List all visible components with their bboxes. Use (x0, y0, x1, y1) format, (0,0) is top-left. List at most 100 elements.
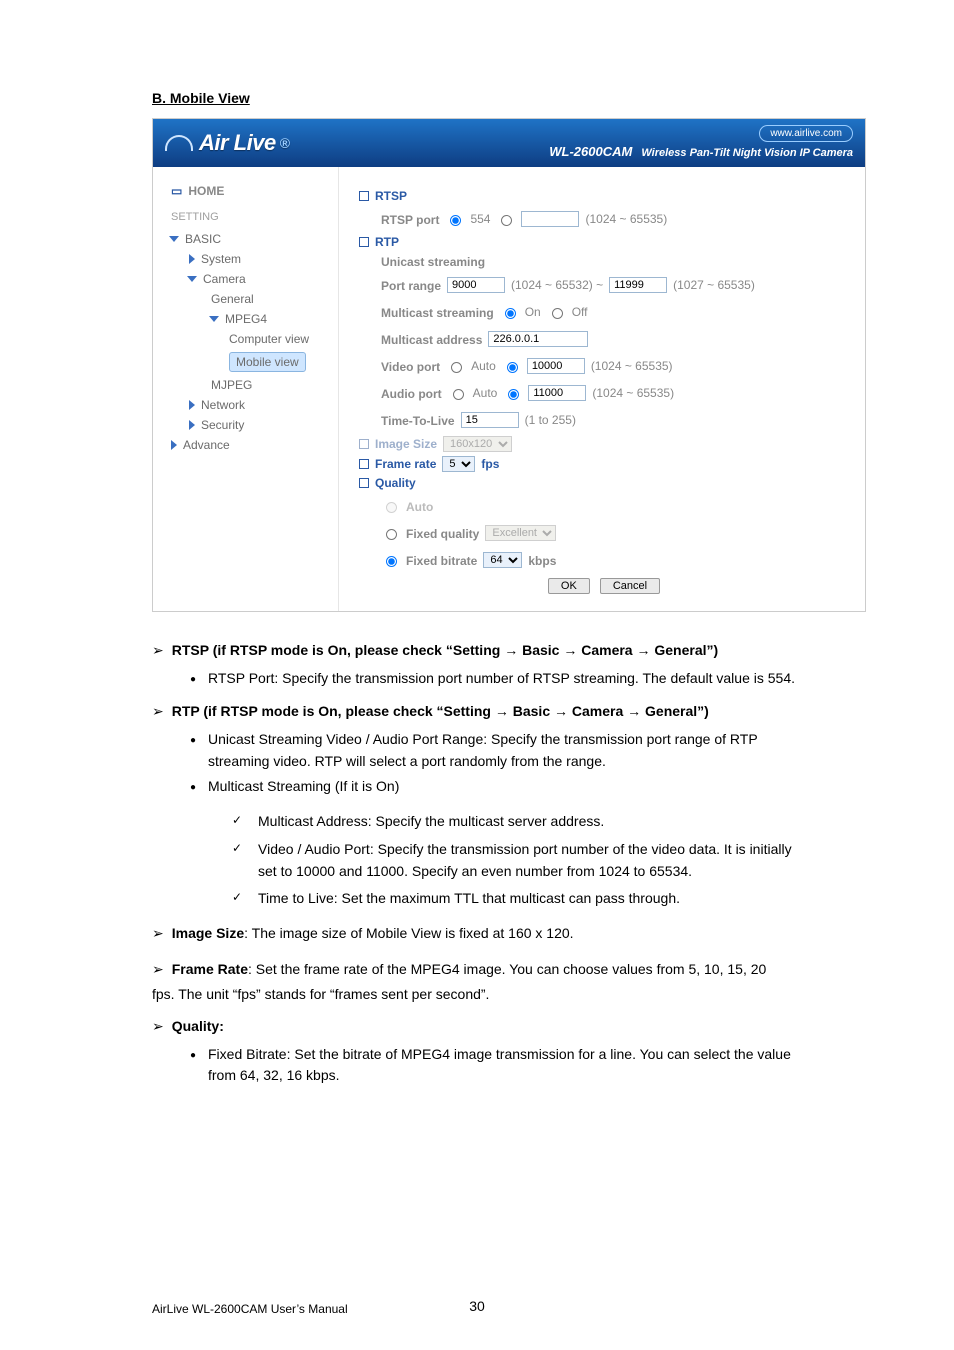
quality-label: Quality (375, 476, 416, 490)
sidebar-mobile-view-label: Mobile view (229, 352, 306, 372)
mc-addr-label: Multicast address (381, 333, 482, 347)
rtsp-port-range: (1024 ~ 65535) (585, 212, 667, 226)
fixed-bitrate-radio[interactable] (386, 556, 397, 567)
ttl-input[interactable] (461, 412, 519, 428)
chevron-down-icon (209, 316, 219, 322)
page-number: 30 (469, 1298, 485, 1314)
rtp-bullet-2: Multicast Streaming (If it is On) (208, 774, 834, 800)
audio-port-auto-radio[interactable] (453, 389, 464, 400)
sidebar-basic-label: BASIC (185, 232, 221, 246)
fixed-quality-radio[interactable] (386, 529, 397, 540)
rtsp-title: RTSP (375, 189, 407, 203)
video-port-auto-radio[interactable] (451, 362, 462, 373)
sidebar-mpeg4[interactable]: MPEG4 (171, 309, 328, 329)
port-range-from-input[interactable] (447, 277, 505, 293)
fixed-bitrate-select[interactable]: 64 (483, 552, 522, 568)
square-icon (359, 459, 369, 469)
chevron-down-icon (187, 276, 197, 282)
port-range-label: Port range (381, 279, 441, 293)
quality-heading: Quality (359, 476, 849, 490)
ttl-label: Time-To-Live (381, 414, 455, 428)
cancel-button[interactable]: Cancel (600, 578, 660, 594)
square-icon (359, 439, 369, 449)
audio-port-auto-label: Auto (473, 386, 498, 400)
sidebar-general-label: General (211, 292, 254, 306)
quality-bullet-1b: from 64, 32, 16 kbps. (208, 1067, 340, 1083)
fixed-bitrate-label: Fixed bitrate (406, 554, 477, 568)
arrow-right-icon: ➢ (152, 1016, 164, 1038)
video-port-label: Video port (381, 360, 440, 374)
rtp-bullet-1a: Unicast Streaming Video / Audio Port Ran… (208, 731, 758, 747)
sidebar-advance-label: Advance (183, 438, 230, 452)
sidebar-mpeg4-label: MPEG4 (225, 312, 267, 326)
manual-title: AirLive WL-2600CAM User’s Manual (152, 1302, 348, 1316)
sidebar-network[interactable]: Network (171, 395, 328, 415)
fixed-quality-label: Fixed quality (406, 527, 479, 541)
rtsp-line: RTSP (if RTSP mode is On, please check “… (172, 640, 718, 662)
section-heading: B. Mobile View (152, 90, 834, 106)
quality-bullet-1a: Fixed Bitrate: Set the bitrate of MPEG4 … (208, 1046, 791, 1062)
arrow-right-icon: ➢ (152, 640, 164, 662)
sidebar-home-label: HOME (188, 184, 224, 198)
rtp-check-2: Video / Audio Port: Specify the transmis… (232, 836, 834, 885)
image-size-section: ➢ Image Size: The image size of Mobile V… (152, 923, 834, 945)
sidebar-computer-view[interactable]: Computer view (171, 329, 328, 349)
brand-url: www.airlive.com (759, 125, 853, 142)
sidebar-security[interactable]: Security (171, 415, 328, 435)
frame-rate-label: Frame Rate (172, 961, 248, 977)
main-panel: RTSP RTSP port 554 (1024 ~ 65535) RTP Un… (338, 167, 865, 611)
sidebar-advance[interactable]: Advance (171, 435, 328, 455)
video-port-manual-radio[interactable] (507, 362, 518, 373)
mc-addr-input[interactable] (488, 331, 588, 347)
mc-on-radio[interactable] (505, 308, 516, 319)
sidebar-system[interactable]: System (171, 249, 328, 269)
ttl-range: (1 to 255) (525, 413, 576, 427)
app-header: Air Live® www.airlive.com WL-2600CAM Wir… (153, 119, 865, 167)
rtsp-heading: RTSP (359, 189, 849, 203)
sidebar-general[interactable]: General (171, 289, 328, 309)
sidebar-mobile-view[interactable]: Mobile view (171, 349, 328, 375)
image-size-row: Image Size 160x120 (359, 436, 849, 452)
frame-rate-label: Frame rate (375, 457, 436, 471)
sidebar-mjpeg[interactable]: MJPEG (171, 375, 328, 395)
audio-port-manual-radio[interactable] (508, 389, 519, 400)
audio-port-input[interactable] (528, 385, 586, 401)
fixed-quality-select: Excellent (485, 525, 556, 541)
sidebar-system-label: System (201, 252, 241, 266)
header-right: www.airlive.com WL-2600CAM Wireless Pan-… (549, 125, 853, 161)
quality-auto-label: Auto (406, 500, 433, 514)
rtp-check-2a: Video / Audio Port: Specify the transmis… (258, 841, 792, 857)
audio-port-label: Audio port (381, 387, 442, 401)
image-size-text: : The image size of Mobile View is fixed… (244, 925, 573, 941)
mc-stream-label: Multicast streaming (381, 306, 494, 320)
arrow-right-icon: ➢ (152, 701, 164, 723)
brand-logo: Air Live® (165, 130, 290, 156)
image-size-select: 160x120 (443, 436, 512, 452)
video-port-range: (1024 ~ 65535) (591, 359, 673, 373)
document-body: ➢ RTSP (if RTSP mode is On, please check… (152, 640, 834, 1089)
sidebar-home[interactable]: ▭ HOME (171, 181, 328, 201)
rtsp-port-custom-radio[interactable] (501, 215, 512, 226)
unicast-heading: Unicast streaming (359, 255, 849, 269)
rtsp-port-default-radio[interactable] (450, 215, 461, 226)
mc-off-radio[interactable] (552, 308, 563, 319)
rtp-line: RTP (if RTSP mode is On, please check “S… (172, 701, 709, 723)
chevron-right-icon (189, 400, 195, 410)
ok-button[interactable]: OK (548, 578, 590, 594)
arrow-right-icon: ➢ (152, 923, 164, 945)
sidebar-network-label: Network (201, 398, 245, 412)
sidebar-security-label: Security (201, 418, 244, 432)
mc-off-label: Off (572, 305, 588, 319)
frame-rate-select[interactable]: 5 (442, 456, 475, 472)
rtp-check-2b: set to 10000 and 11000. Specify an even … (258, 863, 692, 879)
brand-text: Air Live (199, 130, 276, 156)
rtsp-port-custom-input[interactable] (521, 211, 579, 227)
rtp-section: ➢ RTP (if RTSP mode is On, please check … (152, 701, 834, 723)
sidebar-basic[interactable]: BASIC (171, 229, 328, 249)
port-range-to-input[interactable] (609, 277, 667, 293)
dome-icon (165, 135, 193, 151)
page-footer: AirLive WL-2600CAM User’s Manual 30 (0, 1302, 954, 1316)
video-port-input[interactable] (527, 358, 585, 374)
sidebar-camera[interactable]: Camera (171, 269, 328, 289)
frame-rate-unit: fps (481, 457, 499, 471)
